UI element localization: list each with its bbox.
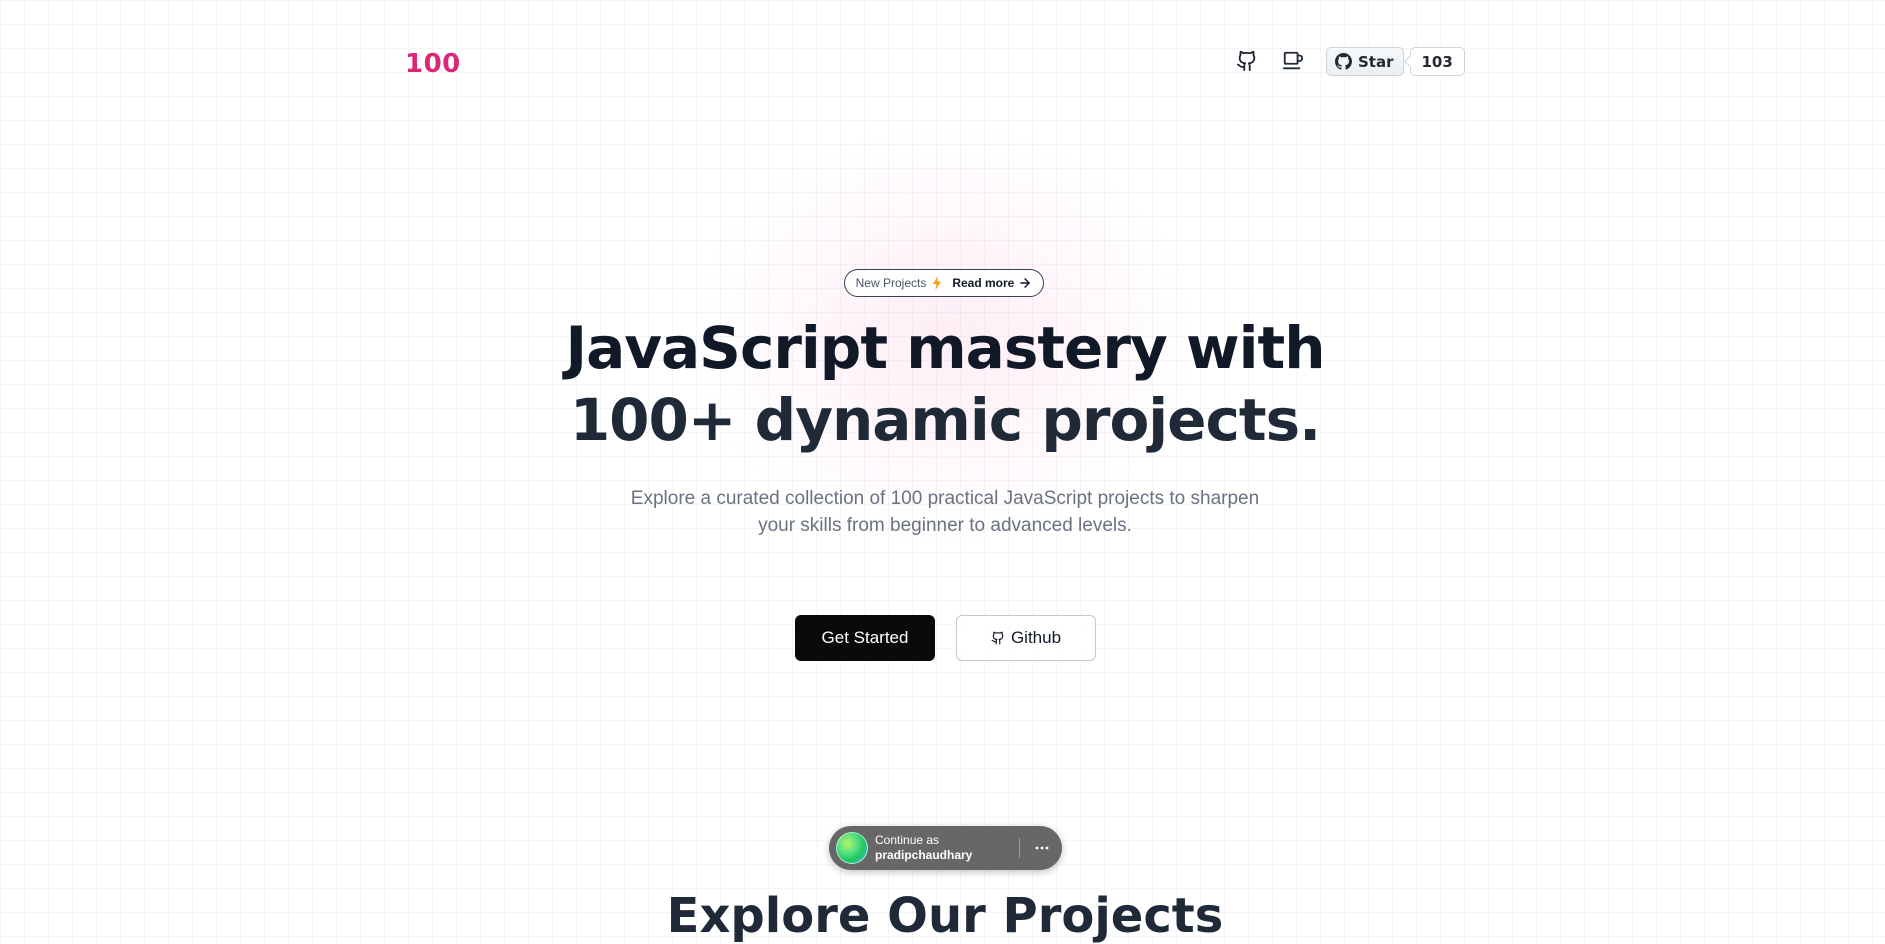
hero-title: JavaScript mastery with 100+ dynamic pro…	[0, 312, 1885, 456]
hero-subtitle: Explore a curated collection of 100 prac…	[0, 485, 1885, 539]
avatar[interactable]	[836, 832, 868, 864]
coffee-icon[interactable]	[1280, 48, 1306, 74]
read-more-label: Read more	[952, 276, 1015, 290]
hero-subtitle-line2: your skills from beginner to advanced le…	[758, 515, 1132, 536]
read-more-link[interactable]: Read more	[952, 276, 1032, 290]
announcement-pill[interactable]: New Projects Read more	[844, 269, 1044, 297]
section-heading: Explore Our Projects	[666, 888, 1224, 944]
github-button[interactable]: Github	[956, 615, 1096, 661]
github-button-label: Github	[1010, 628, 1062, 647]
github-star-label: Star	[1358, 52, 1394, 71]
hero-title-line2: 100+ dynamic projects.	[569, 386, 1321, 454]
continue-as-account[interactable]: Continue as pradipchaudhary	[875, 833, 972, 863]
github-mark-icon	[1335, 53, 1352, 70]
site-logo[interactable]: 100	[405, 49, 461, 79]
github-star-widget: Star 103	[1326, 47, 1465, 76]
sign-in-prompt[interactable]: Continue as pradipchaudhary	[829, 826, 1062, 870]
arrow-right-icon	[1020, 278, 1031, 288]
divider	[1019, 838, 1020, 858]
github-star-button[interactable]: Star	[1326, 47, 1404, 76]
continue-as-label: Continue as	[875, 833, 940, 847]
github-icon[interactable]	[1234, 48, 1260, 74]
github-star-count[interactable]: 103	[1409, 47, 1465, 76]
github-icon	[991, 631, 1004, 645]
get-started-button[interactable]: Get Started	[795, 615, 935, 661]
lightning-icon	[933, 276, 942, 290]
more-horizontal-icon[interactable]	[1028, 834, 1056, 862]
hero-title-line1: JavaScript mastery with	[565, 314, 1326, 382]
announcement-label: New Projects	[855, 276, 927, 290]
hero-subtitle-line1: Explore a curated collection of 100 prac…	[630, 488, 1260, 509]
account-username: pradipchaudhary	[875, 848, 973, 862]
